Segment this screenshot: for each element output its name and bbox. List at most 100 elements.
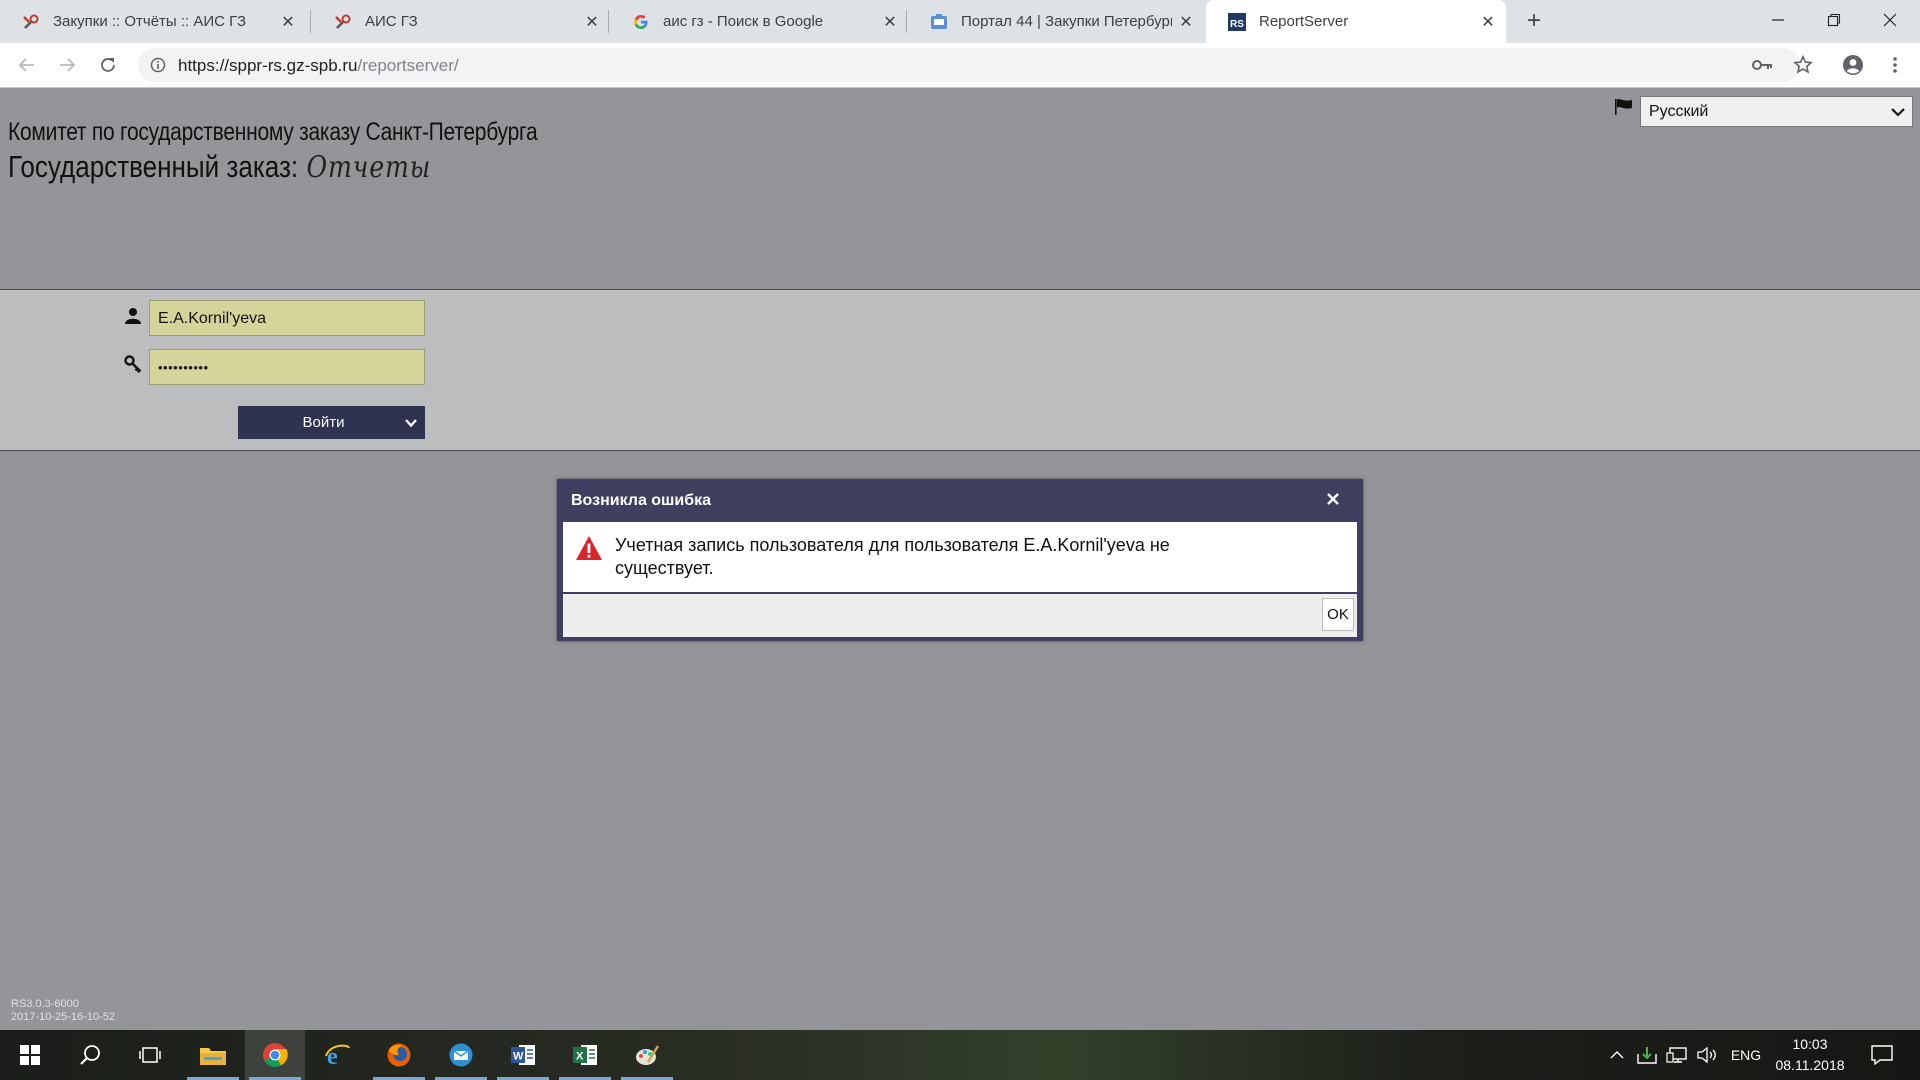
firefox-icon [387,1043,411,1067]
more-vert-icon [1893,57,1897,73]
input-language-indicator[interactable]: ENG [1728,1030,1764,1080]
svg-text:RS: RS [1230,19,1244,30]
restore-button[interactable] [1806,0,1862,40]
product-subtitle: Отчеты [306,150,432,185]
chrome-icon [263,1043,288,1068]
url-text[interactable]: https://sppr-rs.gz-spb.ru/reportserver/ [178,56,459,76]
taskbar-search-button[interactable] [60,1030,120,1080]
taskbar-file-explorer[interactable] [183,1030,243,1080]
tab-portal-44[interactable]: Портал 44 | Закупки Петербурга ✕ [908,0,1204,43]
ie-icon: e [325,1044,350,1068]
windows-taskbar: e W X ENG 10:03 08.11.2018 [0,1030,1920,1080]
login-button[interactable]: Войти [238,406,425,439]
tab-title: Портал 44 | Закупки Петербурга [961,13,1172,30]
network-icon [1666,1047,1687,1063]
new-tab-button[interactable]: + [1518,6,1550,36]
chevron-down-icon[interactable] [397,416,425,430]
start-icon [20,1045,40,1065]
arrow-left-icon [18,58,34,72]
tab-title: аис гз - Поиск в Google [663,13,824,30]
build-date: 2017-10-25-16-10-52 [11,1011,115,1023]
tab-reportserver[interactable]: RS ReportServer ✕ [1206,0,1506,43]
password-field[interactable]: •••••••••• [149,349,425,385]
bookmark-button[interactable] [1788,50,1818,80]
notification-icon [1871,1045,1893,1065]
tab-close-icon[interactable]: ✕ [280,12,296,32]
language-value: Русский [1649,103,1709,120]
tab-close-icon[interactable]: ✕ [1480,12,1496,32]
clock-date: 08.11.2018 [1775,1057,1845,1073]
tray-network-button[interactable] [1664,1030,1690,1080]
clock-time: 10:03 [1792,1036,1828,1052]
mail-icon [449,1043,473,1067]
tab-close-icon[interactable]: ✕ [882,12,898,32]
restore-icon [1827,13,1841,27]
taskbar-chrome[interactable] [245,1030,305,1080]
tab-google-search[interactable]: аис гз - Поиск в Google ✕ [610,0,908,43]
info-icon[interactable] [150,57,166,73]
tab-ais-gz[interactable]: АИС ГЗ ✕ [312,0,610,43]
taskbar-firefox[interactable] [369,1030,429,1080]
reportserver-icon: RS [1228,12,1246,31]
dialog-close-button[interactable] [1323,489,1343,509]
profile-button[interactable] [1838,50,1868,80]
tab-title: АИС ГЗ [365,13,418,30]
url-host: https://sppr-rs.gz-spb.ru [178,56,358,75]
tab-title: ReportServer [1259,13,1349,30]
close-window-button[interactable] [1862,0,1918,40]
star-icon [1793,55,1813,74]
tab-title: Закупки :: Отчёты :: АИС ГЗ [53,13,247,30]
ok-button[interactable]: OK [1322,598,1354,631]
reload-button[interactable] [93,50,123,80]
tab-close-icon[interactable]: ✕ [584,12,600,32]
start-button[interactable] [0,1030,60,1080]
download-tray-icon [1637,1047,1657,1064]
tray-volume-button[interactable] [1694,1030,1720,1080]
tray-update-button[interactable] [1634,1030,1660,1080]
taskbar-clock[interactable]: 10:03 08.11.2018 [1760,1034,1860,1076]
menu-button[interactable] [1880,50,1910,80]
forward-button[interactable] [52,50,82,80]
paint-icon [636,1045,660,1065]
user-icon [124,307,142,325]
show-hidden-icons-button[interactable] [1606,1030,1628,1080]
close-icon [1327,493,1339,505]
minimize-button[interactable] [1750,0,1806,40]
taskbar-internet-explorer[interactable]: e [307,1030,367,1080]
google-icon [632,13,650,31]
action-center-button[interactable] [1862,1030,1902,1080]
chevron-up-icon [1610,1051,1624,1059]
dialog-title-bar: Возникла ошибка [563,479,1357,522]
taskbar-mail[interactable] [431,1030,491,1080]
tab-separator [310,10,311,33]
back-button[interactable] [12,50,42,80]
browser-toolbar: https://sppr-rs.gz-spb.ru/reportserver/ [0,43,1920,88]
word-icon: W [511,1045,535,1065]
key-icon [124,355,142,374]
language-select[interactable]: Русский [1640,96,1913,127]
taskbar-word[interactable]: W [493,1030,553,1080]
tools-icon [22,13,40,31]
version-info: RS3.0.3-6000 2017-10-25-16-10-52 [11,998,115,1024]
username-field[interactable]: E.A.Kornil'yeva [149,300,425,336]
tab-separator [608,10,609,33]
search-icon [80,1045,100,1065]
reload-icon [101,58,115,72]
tools-icon [334,13,352,31]
taskbar-paint[interactable] [617,1030,677,1080]
address-bar[interactable]: https://sppr-rs.gz-spb.ru/reportserver/ [138,48,1800,82]
version-number: RS3.0.3-6000 [11,998,79,1010]
login-button-label: Войти [302,414,345,431]
minimize-icon [1772,19,1784,21]
task-view-button[interactable] [120,1030,180,1080]
saved-passwords-button[interactable] [1748,50,1778,80]
taskbar-excel[interactable]: X [555,1030,615,1080]
chevron-down-icon [1890,104,1906,123]
dialog-title: Возникла ошибка [571,491,712,509]
org-name: Комитет по государственному заказу Санкт… [8,118,538,146]
file-explorer-icon [200,1048,226,1065]
tab-zakupki-reports[interactable]: Закупки :: Отчёты :: АИС ГЗ ✕ [0,0,306,43]
tab-close-icon[interactable]: ✕ [1178,12,1194,32]
dialog-body: Учетная запись пользователя для пользова… [563,522,1357,594]
tab-separator [906,10,907,33]
